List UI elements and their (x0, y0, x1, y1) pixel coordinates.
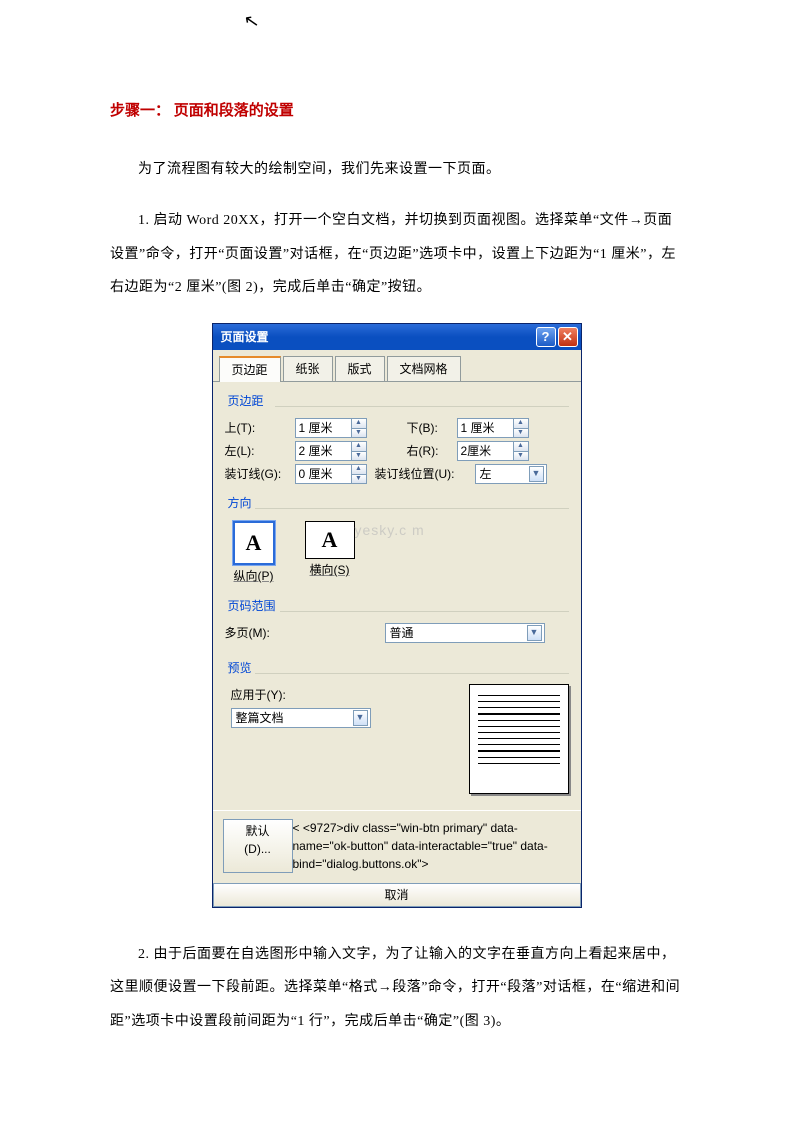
titlebar[interactable]: 页面设置 ? ✕ (213, 324, 581, 350)
orientation-portrait[interactable]: A 纵向(P) (233, 521, 275, 585)
tab-margins[interactable]: 页边距 (219, 356, 281, 382)
gutter-spinner[interactable]: 0 厘米 ▲▼ (295, 464, 367, 484)
right-spinner[interactable]: 2厘米 ▲▼ (457, 441, 529, 461)
landscape-label: 横向(S) (305, 561, 355, 579)
default-button[interactable]: 默认(D)... (223, 819, 293, 873)
left-spinner[interactable]: 2 厘米 ▲▼ (295, 441, 367, 461)
watermark-text: yesky.c m (355, 520, 425, 541)
top-label: 上(T): (225, 419, 295, 437)
page-preview (469, 684, 569, 794)
orientation-group: 方向 A 纵向(P) A 横向(S) yesky.c m (225, 490, 569, 587)
chevron-down-icon[interactable]: ▼ (351, 474, 366, 483)
left-value: 2 厘米 (296, 442, 351, 460)
cursor-icon: ↖ (242, 7, 262, 36)
bottom-label: 下(B): (407, 419, 457, 437)
left-label: 左(L): (225, 442, 295, 460)
chevron-down-icon[interactable]: ▼ (513, 451, 528, 460)
gutter-pos-combo[interactable]: 左 ▼ (475, 464, 547, 484)
chevron-down-icon[interactable]: ▼ (527, 625, 542, 641)
apply-to-value: 整篇文档 (236, 709, 353, 727)
landscape-icon: A (305, 521, 355, 559)
right-label: 右(R): (407, 442, 457, 460)
step-heading: 步骤一： 页面和段落的设置 (110, 100, 683, 123)
chevron-up-icon[interactable]: ▲ (513, 442, 528, 451)
chevron-down-icon[interactable]: ▼ (529, 466, 544, 482)
chevron-up-icon[interactable]: ▲ (351, 419, 366, 428)
apply-to-combo[interactable]: 整篇文档 ▼ (231, 708, 371, 728)
multipage-value: 普通 (390, 624, 527, 642)
orientation-label: 方向 (225, 494, 255, 512)
chevron-down-icon[interactable]: ▼ (353, 710, 368, 726)
gutter-pos-value: 左 (480, 465, 529, 483)
top-value: 1 厘米 (296, 419, 351, 437)
margins-group: 页边距 上(T): 1 厘米 ▲▼ 下(B): 1 厘米 ▲▼ (225, 388, 569, 484)
tab-paper[interactable]: 纸张 (283, 356, 333, 381)
multipage-label: 多页(M): (225, 624, 295, 642)
chevron-up-icon[interactable]: ▲ (513, 419, 528, 428)
button-row: 默认(D)... < <9727>div class="win-btn prim… (213, 810, 581, 883)
portrait-icon: A (233, 521, 275, 565)
preview-group: 预览 应用于(Y): 整篇文档 ▼ (225, 655, 569, 794)
intro-paragraph: 为了流程图有较大的绘制空间，我们先来设置一下页面。 (110, 153, 683, 187)
right-value: 2厘米 (458, 442, 513, 460)
multipage-combo[interactable]: 普通 ▼ (385, 623, 545, 643)
page-setup-dialog: 页面设置 ? ✕ 页边距 纸张 版式 文档网格 页边距 上(T): 1 厘米 ▲… (212, 323, 582, 908)
dialog-body: 页边距 上(T): 1 厘米 ▲▼ 下(B): 1 厘米 ▲▼ (213, 382, 581, 810)
chevron-up-icon[interactable]: ▲ (351, 442, 366, 451)
top-spinner[interactable]: 1 厘米 ▲▼ (295, 418, 367, 438)
dialog-figure: 页面设置 ? ✕ 页边距 纸张 版式 文档网格 页边距 上(T): 1 厘米 ▲… (110, 323, 683, 908)
step1-paragraph: 1. 启动 Word 20XX，打开一个空白文档，并切换到页面视图。选择菜单“文… (110, 204, 683, 305)
tab-grid[interactable]: 文档网格 (387, 356, 461, 381)
gutter-label: 装订线(G): (225, 465, 295, 483)
tab-layout[interactable]: 版式 (335, 356, 385, 381)
gutter-value: 0 厘米 (296, 465, 351, 483)
chevron-down-icon[interactable]: ▼ (351, 428, 366, 437)
apply-to-label: 应用于(Y): (231, 686, 455, 704)
close-icon[interactable]: ✕ (558, 327, 578, 347)
bottom-spinner[interactable]: 1 厘米 ▲▼ (457, 418, 529, 438)
tab-bar: 页边距 纸张 版式 文档网格 (213, 350, 581, 382)
gutter-pos-label: 装订线位置(U): (375, 465, 475, 483)
chevron-down-icon[interactable]: ▼ (351, 451, 366, 460)
preview-group-label: 预览 (225, 659, 255, 677)
cancel-button[interactable]: 取消 (213, 883, 581, 907)
portrait-label: 纵向(P) (233, 567, 275, 585)
margins-group-label: 页边距 (225, 392, 267, 410)
chevron-down-icon[interactable]: ▼ (513, 428, 528, 437)
pages-group: 页码范围 多页(M): 普通 ▼ (225, 593, 569, 643)
pages-group-label: 页码范围 (225, 597, 279, 615)
dialog-title: 页面设置 (221, 328, 534, 346)
step2-paragraph: 2. 由于后面要在自选图形中输入文字，为了让输入的文字在垂直方向上看起来居中，这… (110, 938, 683, 1039)
orientation-landscape[interactable]: A 横向(S) (305, 521, 355, 585)
chevron-up-icon[interactable]: ▲ (351, 465, 366, 474)
bottom-value: 1 厘米 (458, 419, 513, 437)
help-icon[interactable]: ? (536, 327, 556, 347)
